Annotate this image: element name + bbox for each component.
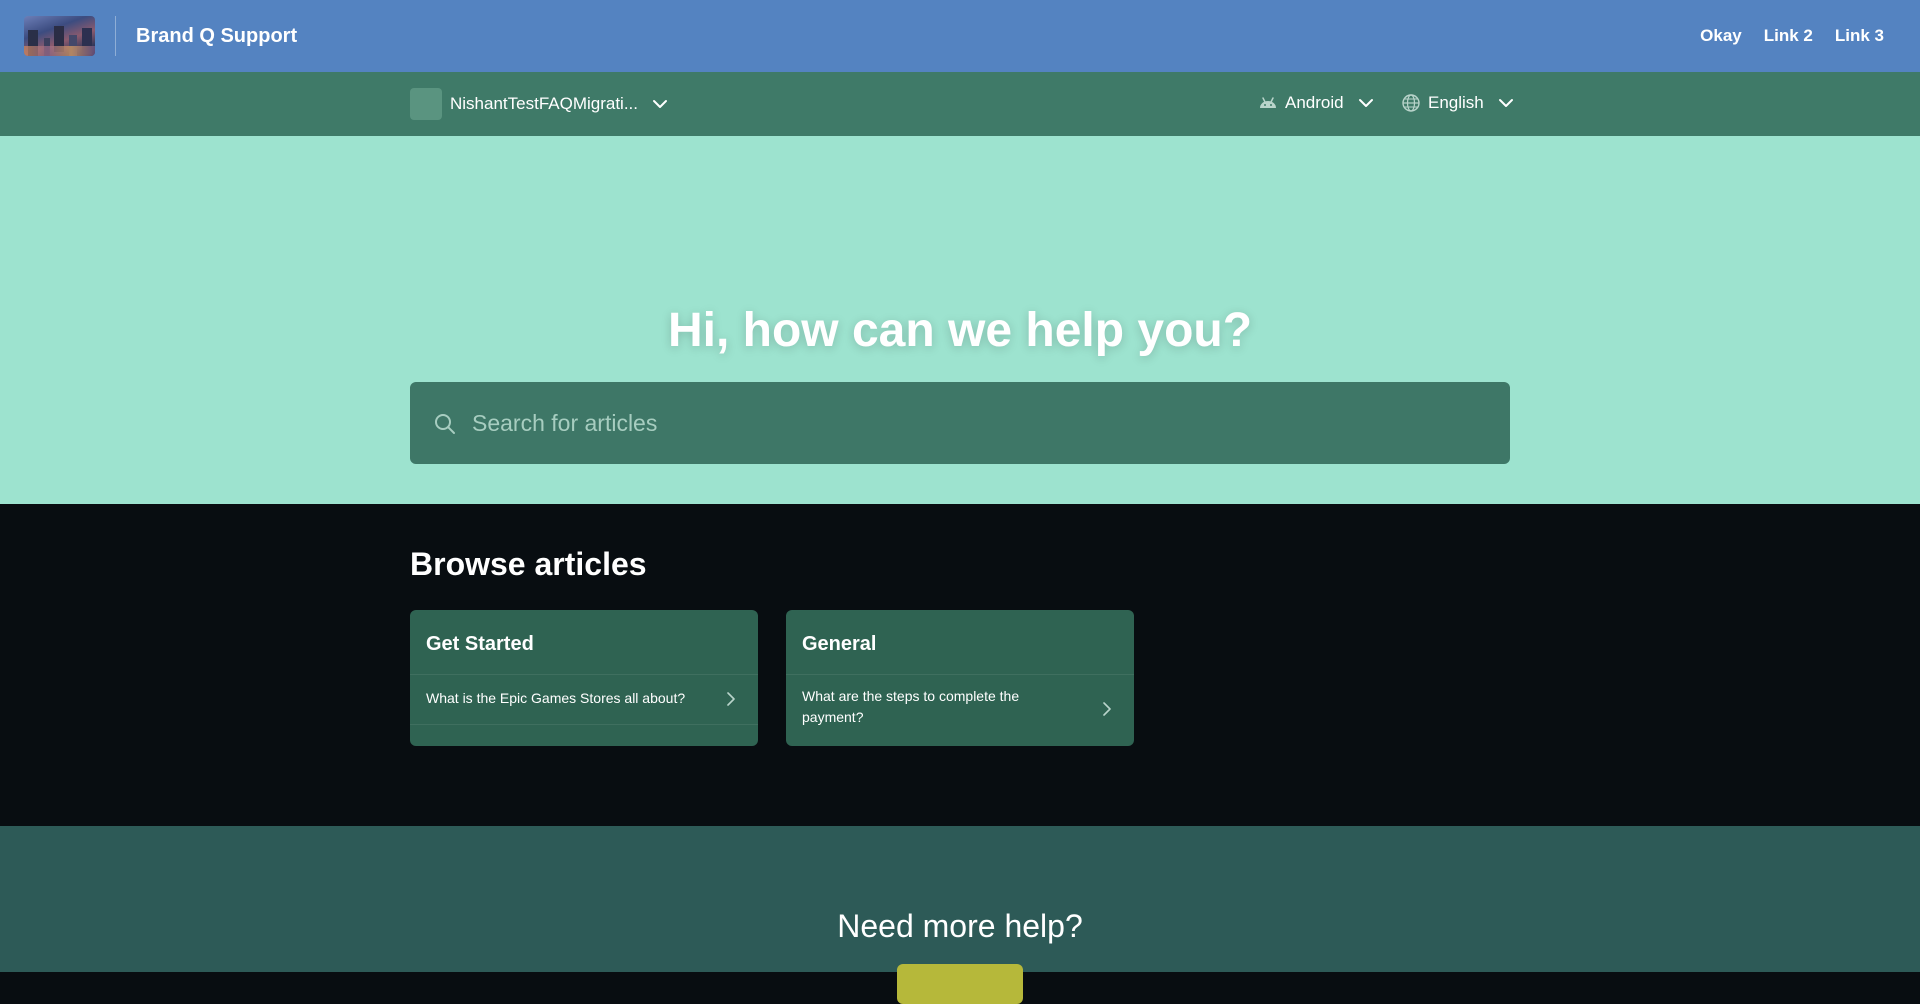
chevron-down-icon [1498,99,1513,107]
app-name-label: NishantTestFAQMigrati... [450,94,639,113]
android-icon [1260,97,1276,108]
chevron-right-icon [727,692,735,706]
article-title: What are the steps to complete the payme… [802,688,1020,725]
category-card-get-started: Get Started What is the Epic Games Store… [410,610,758,746]
search-icon [435,414,455,434]
category-title[interactable]: Get Started [426,632,534,656]
language-selector[interactable]: English [1401,92,1516,114]
header-link-2[interactable]: Link 2 [1764,25,1813,47]
search-input[interactable] [472,403,1472,443]
header-links: Okay Link 2 Link 3 [1700,25,1884,47]
category-card-general: General What are the steps to complete t… [786,610,1134,746]
header-link-3[interactable]: Link 3 [1835,25,1884,47]
language-label: English [1428,93,1484,112]
header-divider [115,16,116,56]
card-divider [410,724,758,725]
need-more-help-section: Need more help? [0,826,1920,1004]
brand-logo-image[interactable] [24,16,95,56]
contact-us-button[interactable] [897,964,1023,1004]
chevron-down-icon [653,100,668,108]
category-title[interactable]: General [802,632,876,656]
article-link[interactable]: What is the Epic Games Stores all about? [410,674,758,724]
selector-bar: NishantTestFAQMigrati... Android English [0,72,1920,136]
platform-selector[interactable]: Android [1258,92,1376,114]
app-selector[interactable]: NishantTestFAQMigrati... [410,88,670,120]
app-icon [410,88,442,120]
header-link-okay[interactable]: Okay [1700,25,1742,47]
search-box[interactable] [410,382,1510,464]
top-header: Brand Q Support Okay Link 2 Link 3 [0,0,1920,72]
platform-label: Android [1285,93,1344,112]
hero-title: Hi, how can we help you? [667,304,1253,357]
chevron-down-icon [1358,99,1373,107]
browse-title: Browse articles [410,546,647,582]
need-more-help-title: Need more help? [837,908,1083,944]
hero-section: Hi, how can we help you? [0,136,1920,504]
brand-title[interactable]: Brand Q Support [136,24,297,48]
article-link[interactable]: What are the steps to complete the payme… [786,674,1134,746]
chevron-right-icon [1103,702,1111,716]
globe-icon [1402,94,1420,112]
article-title: What is the Epic Games Stores all about? [426,690,686,706]
browse-articles-section: Browse articles Get Started What is the … [0,504,1920,826]
